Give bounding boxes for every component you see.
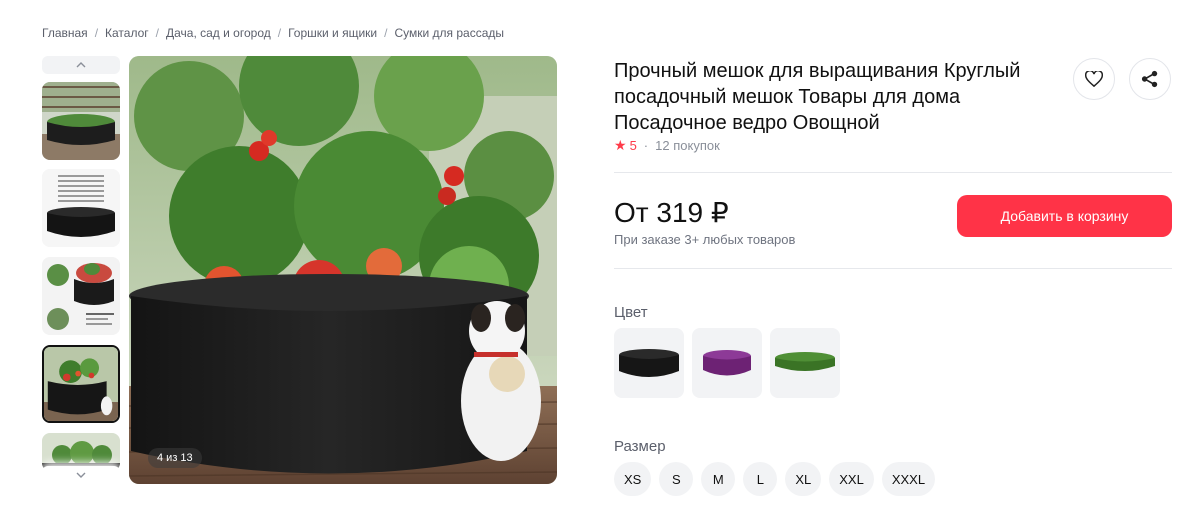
- add-to-cart-button[interactable]: Добавить в корзину: [957, 195, 1172, 237]
- breadcrumb: Главная / Каталог / Дача, сад и огород /…: [42, 26, 504, 40]
- purchase-count: 12 покупок: [655, 137, 720, 153]
- size-option-xxxl[interactable]: XXXL: [881, 462, 936, 496]
- chevron-up-icon: [76, 62, 86, 68]
- favorite-button[interactable]: [1073, 58, 1115, 100]
- thumbnail-1[interactable]: [42, 82, 120, 160]
- color-option-purple[interactable]: [692, 328, 762, 398]
- divider: [614, 268, 1172, 269]
- star-icon: ★: [614, 136, 627, 153]
- color-label: Цвет: [614, 304, 648, 321]
- breadcrumb-separator: /: [384, 26, 388, 40]
- size-option-l[interactable]: L: [743, 462, 778, 496]
- size-options: XS S M L XL XXL XXXL: [614, 462, 936, 496]
- size-option-m[interactable]: M: [701, 462, 736, 496]
- chevron-down-icon: [76, 472, 86, 478]
- size-option-xs[interactable]: XS: [614, 462, 652, 496]
- breadcrumb-item-pots[interactable]: Горшки и ящики: [288, 26, 377, 40]
- breadcrumb-separator: /: [94, 26, 99, 40]
- size-option-s[interactable]: S: [659, 462, 694, 496]
- separator-dot: ·: [643, 137, 649, 153]
- size-label: Размер: [614, 438, 666, 455]
- price-condition: При заказе 3+ любых товаров: [614, 232, 796, 247]
- thumbnails-down-button[interactable]: [42, 466, 120, 484]
- breadcrumb-item-home[interactable]: Главная: [42, 26, 88, 40]
- breadcrumb-separator: /: [277, 26, 282, 40]
- share-icon: [1141, 70, 1158, 88]
- breadcrumb-item-seedling-bags[interactable]: Сумки для рассады: [394, 26, 504, 40]
- thumbnail-2[interactable]: [42, 169, 120, 247]
- product-rating[interactable]: ★ 5 · 12 покупок: [614, 137, 720, 153]
- main-product-image[interactable]: [129, 56, 557, 484]
- product-price: От 319 ₽: [614, 197, 729, 228]
- thumbnail-3[interactable]: [42, 257, 120, 335]
- image-counter: 4 из 13: [148, 448, 202, 468]
- share-button[interactable]: [1129, 58, 1171, 100]
- size-option-xxl[interactable]: XXL: [829, 462, 874, 496]
- thumbnail-strip: [42, 56, 120, 484]
- heart-icon: [1085, 71, 1103, 87]
- color-option-black[interactable]: [614, 328, 684, 398]
- product-title: Прочный мешок для выращивания Круглый по…: [614, 60, 1021, 134]
- rating-value: 5: [629, 137, 637, 153]
- divider: [614, 172, 1172, 173]
- thumbnail-4-selected[interactable]: [42, 345, 120, 423]
- color-option-green[interactable]: [770, 328, 840, 398]
- breadcrumb-separator: /: [155, 26, 159, 40]
- thumbnails-up-button[interactable]: [42, 56, 120, 74]
- breadcrumb-item-garden[interactable]: Дача, сад и огород: [166, 26, 271, 40]
- size-option-xl[interactable]: XL: [785, 462, 822, 496]
- breadcrumb-item-catalog[interactable]: Каталог: [105, 26, 149, 40]
